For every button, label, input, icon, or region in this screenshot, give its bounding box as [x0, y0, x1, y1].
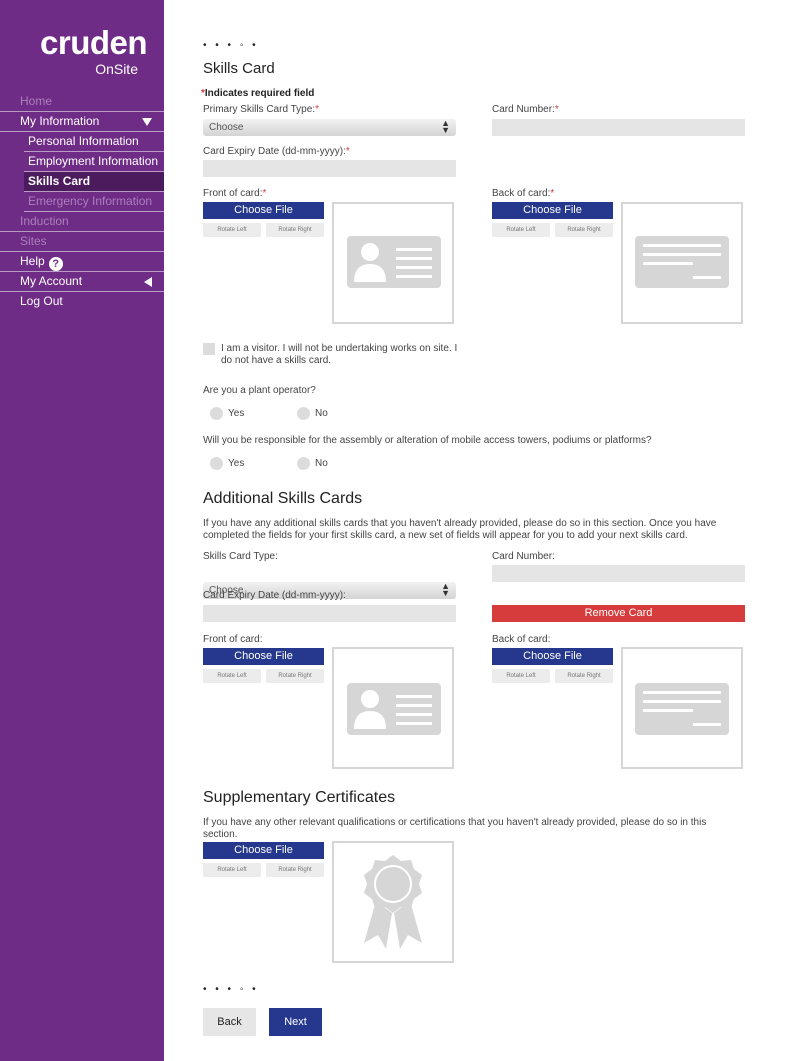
additional-card-number-label: Card Number:: [492, 551, 555, 562]
sidebar-item-log-out[interactable]: Log Out: [0, 292, 164, 312]
required-note: *Indicates required field: [201, 88, 314, 99]
remove-card-button[interactable]: Remove Card: [492, 605, 745, 622]
supplementary-rotate-right-button[interactable]: Rotate Right: [266, 863, 324, 877]
chevron-left-icon: [144, 277, 152, 287]
towers-no-label: No: [315, 458, 328, 469]
additional-title: Additional Skills Cards: [203, 490, 363, 507]
sidebar-item-my-information[interactable]: My Information: [0, 112, 164, 132]
back-choose-file-button[interactable]: Choose File: [492, 202, 613, 219]
visitor-checkbox[interactable]: [203, 343, 215, 355]
label-text: Card Number:: [492, 104, 555, 115]
required-star: *: [554, 104, 559, 115]
towers-yes-radio[interactable]: [210, 457, 223, 470]
certificate-preview[interactable]: [332, 841, 454, 963]
label-text: Card Expiry Date (dd-mm-yyyy):: [203, 146, 346, 157]
additional-expiry-label: Card Expiry Date (dd-mm-yyyy):: [203, 590, 346, 601]
supplementary-rotate-left-button[interactable]: Rotate Left: [203, 863, 261, 877]
required-star: *: [550, 188, 555, 199]
front-rotate-right-button[interactable]: Rotate Right: [266, 223, 324, 237]
additional-front-rotate-right-button[interactable]: Rotate Right: [266, 669, 324, 683]
cruden-logo: cruden: [40, 24, 148, 61]
additional-front-label: Front of card:: [203, 634, 263, 645]
sidebar-item-skills-card[interactable]: Skills Card: [24, 172, 164, 192]
plant-no-radio[interactable]: [297, 407, 310, 420]
visitor-label: I am a visitor. I will not be undertakin…: [221, 343, 458, 366]
next-button[interactable]: Next: [269, 1008, 322, 1036]
additional-card-number-input[interactable]: [492, 565, 745, 582]
sidebar-item-sites[interactable]: Sites: [0, 232, 164, 252]
additional-back-rotate-right-button[interactable]: Rotate Right: [555, 669, 613, 683]
required-star: *: [262, 188, 267, 199]
help-icon: ?: [48, 257, 63, 271]
required-note-text: Indicates required field: [204, 88, 315, 99]
page-title: Skills Card: [203, 60, 275, 77]
select-value: Choose: [209, 122, 244, 133]
supplementary-choose-file-button[interactable]: Choose File: [203, 842, 324, 859]
plant-yes-radio[interactable]: [210, 407, 223, 420]
back-card-label: Back of card:*: [492, 188, 554, 199]
sidebar-item-induction[interactable]: Induction: [0, 212, 164, 232]
additional-back-label: Back of card:: [492, 634, 551, 645]
label-text: Front of card:: [203, 188, 263, 199]
additional-back-choose-file-button[interactable]: Choose File: [492, 648, 613, 665]
additional-front-choose-file-button[interactable]: Choose File: [203, 648, 324, 665]
additional-expiry-input[interactable]: [203, 605, 456, 622]
expiry-label: Card Expiry Date (dd-mm-yyyy):*: [203, 146, 350, 157]
back-rotate-left-button[interactable]: Rotate Left: [492, 223, 550, 237]
additional-front-rotate-left-button[interactable]: Rotate Left: [203, 669, 261, 683]
towers-question: Will you be responsible for the assembly…: [203, 435, 652, 446]
additional-back-card-preview[interactable]: [621, 647, 743, 769]
card-number-input[interactable]: [492, 119, 745, 136]
plant-yes-label: Yes: [228, 408, 245, 419]
updown-icon: ▲ ▼: [441, 118, 450, 135]
sidebar-item-label: Help: [20, 254, 45, 268]
progress-dots-bottom: • • • ◦ •: [203, 984, 259, 995]
id-card-back-icon: [635, 236, 729, 288]
progress-dots-top: • • • ◦ •: [203, 40, 259, 51]
id-card-front-icon: [347, 236, 441, 288]
sidebar-item-help[interactable]: Help?: [0, 252, 164, 272]
additional-type-label: Skills Card Type:: [203, 551, 278, 562]
sidebar: cruden OnSite Home My Information Person…: [0, 0, 164, 1061]
primary-type-label: Primary Skills Card Type:*: [203, 104, 319, 115]
sidebar-item-personal-information[interactable]: Personal Information: [24, 132, 164, 152]
front-rotate-left-button[interactable]: Rotate Left: [203, 223, 261, 237]
additional-back-rotate-left-button[interactable]: Rotate Left: [492, 669, 550, 683]
label-text: Primary Skills Card Type:: [203, 104, 316, 115]
front-choose-file-button[interactable]: Choose File: [203, 202, 324, 219]
award-ribbon-icon: [364, 855, 422, 949]
additional-front-card-preview[interactable]: [332, 647, 454, 769]
card-number-label: Card Number:*: [492, 104, 559, 115]
plant-no-label: No: [315, 408, 328, 419]
front-card-preview[interactable]: [332, 202, 454, 324]
towers-no-radio[interactable]: [297, 457, 310, 470]
towers-yes-label: Yes: [228, 458, 245, 469]
expiry-input[interactable]: [203, 160, 456, 177]
back-card-preview[interactable]: [621, 202, 743, 324]
onsite-label: OnSite: [95, 61, 138, 77]
required-star: *: [345, 146, 350, 157]
label-text: Back of card:: [492, 188, 551, 199]
required-star: *: [315, 104, 319, 115]
sidebar-item-employment-information[interactable]: Employment Information: [24, 152, 164, 172]
id-card-front-icon: [347, 683, 441, 735]
primary-type-select[interactable]: Choose ▲ ▼: [203, 119, 456, 136]
chevron-down-icon: [142, 118, 152, 126]
sidebar-item-my-account[interactable]: My Account: [0, 272, 164, 292]
plant-question: Are you a plant operator?: [203, 385, 316, 396]
sidebar-item-home[interactable]: Home: [0, 92, 164, 112]
supplementary-title: Supplementary Certificates: [203, 789, 396, 806]
back-button[interactable]: Back: [203, 1008, 256, 1036]
supplementary-description: If you have any other relevant qualifica…: [203, 817, 707, 840]
additional-description: If you have any additional skills cards …: [203, 518, 717, 541]
id-card-back-icon: [635, 683, 729, 735]
sidebar-item-emergency-information[interactable]: Emergency Information: [24, 192, 164, 212]
back-rotate-right-button[interactable]: Rotate Right: [555, 223, 613, 237]
updown-icon: ▲ ▼: [441, 581, 450, 598]
sidebar-nav: Home My Information Personal Information…: [0, 92, 164, 312]
sidebar-item-label: My Account: [20, 274, 83, 288]
sidebar-item-label: My Information: [20, 114, 100, 128]
front-card-label: Front of card:*: [203, 188, 266, 199]
